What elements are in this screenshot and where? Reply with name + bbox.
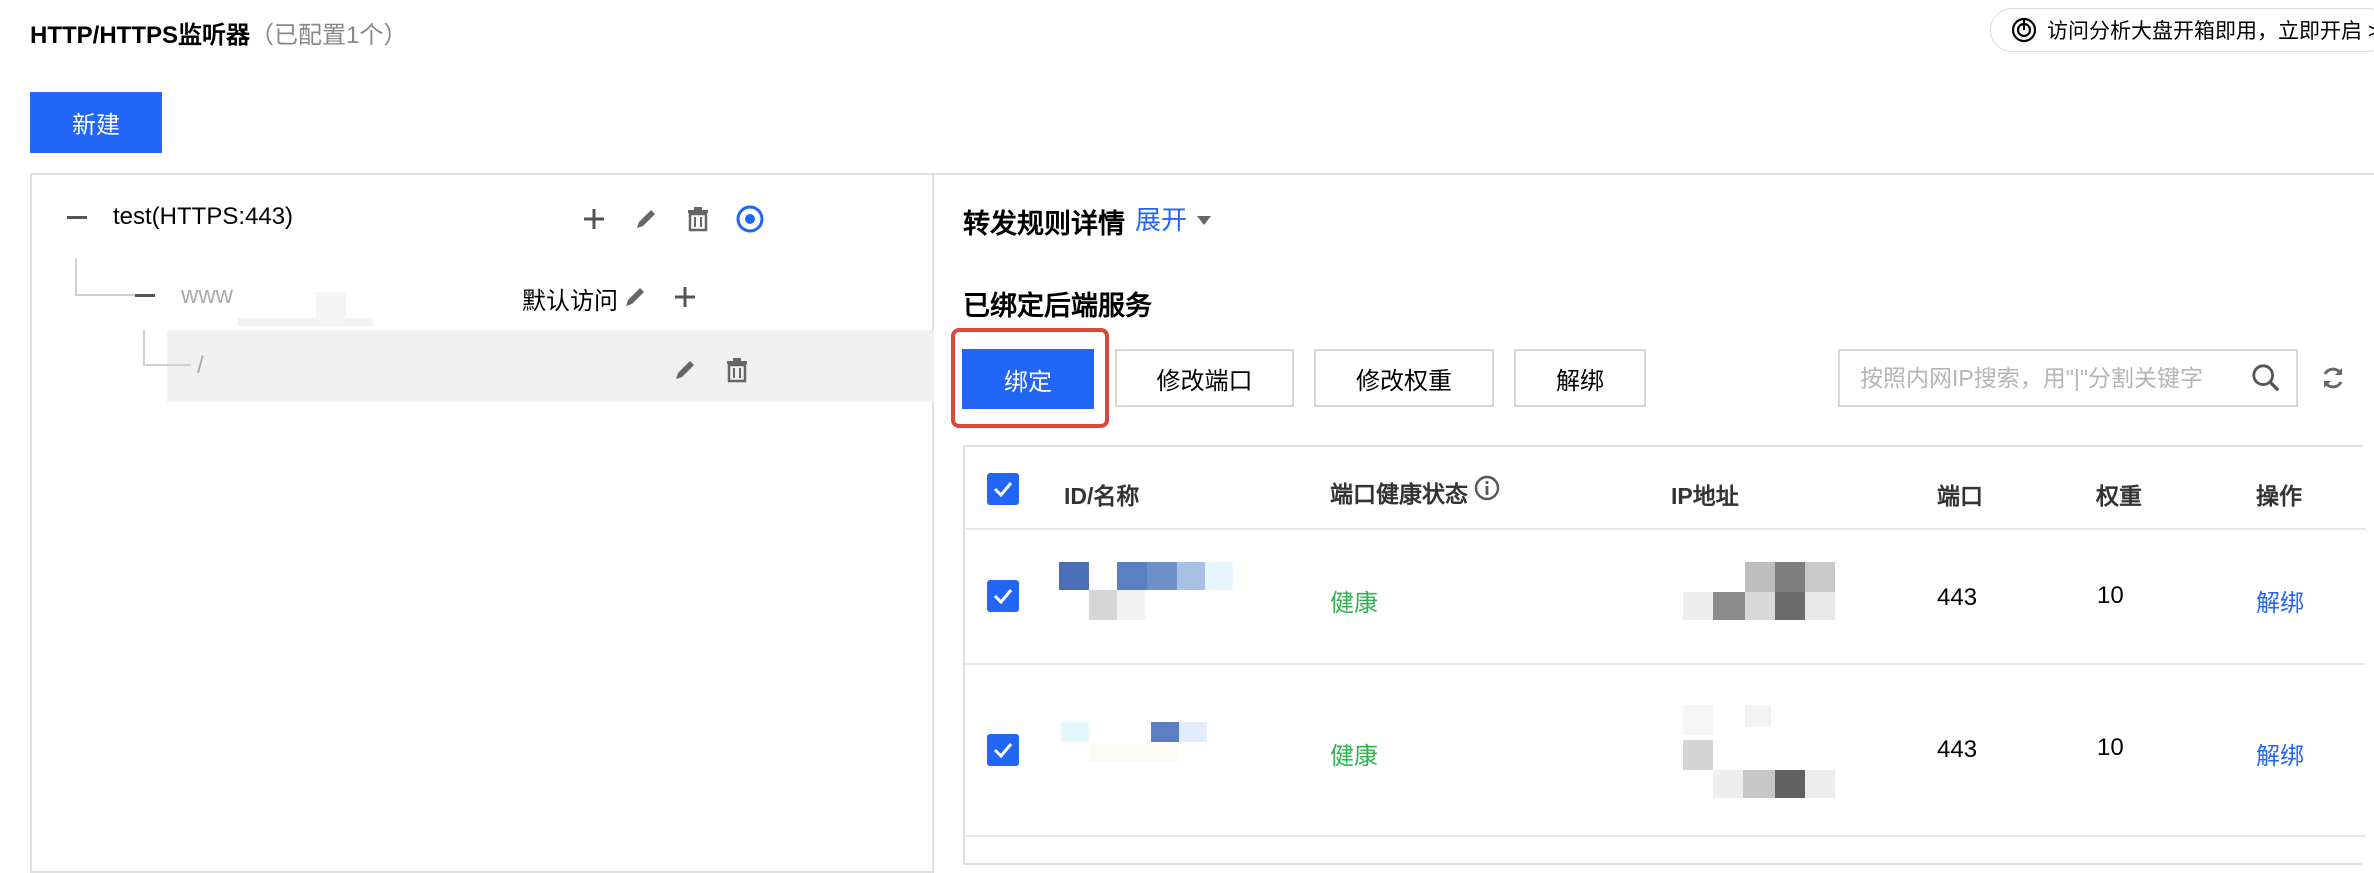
expand-toggle[interactable]: 展开 xyxy=(1135,200,1212,237)
tree-connector xyxy=(75,258,135,296)
check-icon xyxy=(993,482,1013,498)
edit-icon[interactable] xyxy=(617,279,653,315)
analytics-promo-link[interactable]: 访问分析大盘开箱即用，立即开启 > xyxy=(1990,8,2374,52)
redacted-ip-address xyxy=(1683,705,1883,799)
redacted-instance-id[interactable] xyxy=(1059,722,1234,782)
column-header-ip[interactable]: IP地址 xyxy=(1671,477,1739,511)
plus-icon[interactable] xyxy=(576,201,612,237)
search-icon[interactable] xyxy=(2246,358,2286,398)
new-listener-button[interactable]: 新建 xyxy=(30,92,162,153)
redacted-domain xyxy=(316,292,346,322)
panel-divider xyxy=(932,173,934,873)
column-header-health-text: 端口健康状态 xyxy=(1330,481,1468,507)
redacted-domain xyxy=(238,318,373,326)
port-value: 443 xyxy=(1937,584,1978,611)
backend-service-title: 已绑定后端服务 xyxy=(963,291,1152,321)
select-all-checkbox[interactable] xyxy=(987,473,1019,505)
row-checkbox[interactable] xyxy=(987,734,1019,766)
row-checkbox[interactable] xyxy=(987,580,1019,612)
delete-icon[interactable] xyxy=(719,352,755,388)
column-header-id[interactable]: ID/名称 xyxy=(1064,477,1139,511)
delete-icon[interactable] xyxy=(680,201,716,237)
row-divider xyxy=(965,528,2365,530)
unbind-button[interactable]: 解绑 xyxy=(1514,349,1646,407)
unbind-link[interactable]: 解绑 xyxy=(2256,736,2304,771)
listener-count: （已配置1个） xyxy=(250,22,408,49)
ip-search-input[interactable] xyxy=(1840,351,2246,405)
tree-listener-label[interactable]: test(HTTPS:443) xyxy=(113,203,293,231)
default-access-tag: 默认访问 xyxy=(522,288,618,315)
port-value: 443 xyxy=(1937,736,1978,763)
health-status: 健康 xyxy=(1330,590,1378,617)
weight-value: 10 xyxy=(2097,734,2124,761)
rule-detail-title: 转发规则详情 xyxy=(963,209,1125,239)
backend-table xyxy=(963,445,2365,865)
ip-search-box[interactable] xyxy=(1838,349,2298,407)
column-header-port[interactable]: 端口 xyxy=(1937,477,1983,511)
refresh-icon[interactable] xyxy=(2315,360,2351,396)
collapse-icon[interactable] xyxy=(67,216,87,219)
edit-icon[interactable] xyxy=(667,352,703,388)
tree-domain-label[interactable]: www xyxy=(181,282,233,310)
row-divider xyxy=(965,663,2365,665)
gauge-icon xyxy=(2011,17,2037,43)
detail-panel-border xyxy=(934,173,2374,175)
promo-text: 访问分析大盘开箱即用，立即开启 > xyxy=(2047,20,2374,43)
row-divider xyxy=(965,835,2365,837)
bind-button[interactable]: 绑定 xyxy=(962,349,1094,409)
caret-down-icon xyxy=(1197,216,1212,225)
expand-label: 展开 xyxy=(1135,205,1188,235)
page-title-text: HTTP/HTTPS监听器 xyxy=(30,22,250,49)
column-header-weight[interactable]: 权重 xyxy=(2096,477,2142,511)
check-icon xyxy=(993,743,1013,759)
redacted-ip-address xyxy=(1683,562,1883,622)
tree-connector xyxy=(143,330,191,366)
check-icon xyxy=(993,589,1013,605)
page-title: HTTP/HTTPS监听器（已配置1个） xyxy=(30,15,407,50)
modify-weight-button[interactable]: 修改权重 xyxy=(1314,349,1494,407)
redacted-instance-id[interactable] xyxy=(1059,562,1234,622)
info-icon[interactable] xyxy=(1472,471,1502,505)
plus-icon[interactable] xyxy=(667,279,703,315)
weight-value: 10 xyxy=(2097,582,2124,609)
modify-port-button[interactable]: 修改端口 xyxy=(1115,349,1294,407)
collapse-icon[interactable] xyxy=(135,294,155,297)
listener-tree-panel xyxy=(30,173,934,873)
tree-row-selected[interactable] xyxy=(167,330,934,402)
unbind-link[interactable]: 解绑 xyxy=(2256,583,2304,618)
column-header-action: 操作 xyxy=(2256,483,2302,509)
edit-icon[interactable] xyxy=(628,201,664,237)
column-header-health: 端口健康状态 xyxy=(1330,475,1468,509)
tree-path-label[interactable]: / xyxy=(197,352,204,380)
health-status: 健康 xyxy=(1330,743,1378,770)
target-icon[interactable] xyxy=(732,201,768,237)
